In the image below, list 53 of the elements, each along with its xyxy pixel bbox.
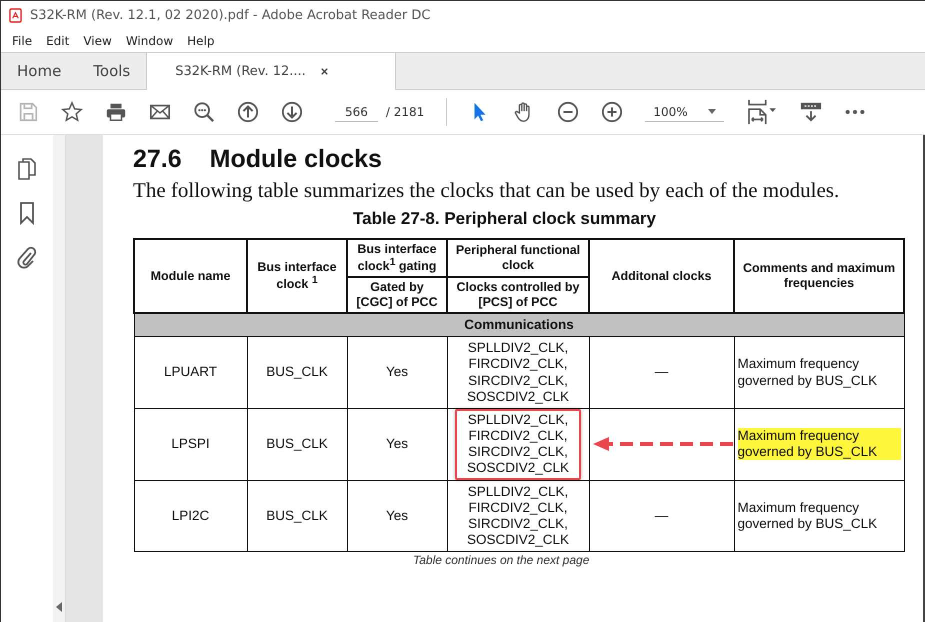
comment-text: Maximum frequency governed by BUS_CLK bbox=[738, 356, 878, 389]
paperclip-icon[interactable] bbox=[17, 245, 37, 269]
caret-icon[interactable] bbox=[708, 109, 716, 114]
section-number: 27.6 bbox=[133, 145, 182, 174]
star-icon[interactable] bbox=[61, 101, 83, 123]
comment-text: Maximum frequency governed by BUS_CLK bbox=[738, 428, 900, 460]
table-cell: SPLLDIV2_CLK, FIRCDIV2_CLK, SIRCDIV2_CLK, SOSCDIV2_CLK bbox=[447, 336, 589, 408]
collapse-arrow-icon[interactable] bbox=[56, 602, 62, 612]
zoom-dropdown[interactable]: 100% bbox=[645, 102, 724, 122]
column-header: Peripheral functional clock bbox=[447, 239, 589, 278]
table-cell: Yes bbox=[347, 408, 447, 480]
table-cell: — bbox=[589, 480, 734, 552]
menu-item[interactable]: File bbox=[5, 34, 40, 48]
column-header: Bus interface clock$^{1}$ gating bbox=[347, 239, 447, 278]
search-icon[interactable] bbox=[193, 101, 215, 123]
intro-paragraph: The following table summarizes the clocks that can be used by each of the modules. bbox=[133, 178, 840, 203]
table-cell: Yes bbox=[347, 480, 447, 552]
menu-item[interactable]: Window bbox=[118, 34, 180, 48]
page-count: / 2181 bbox=[386, 105, 424, 119]
table-cell: LPI2C bbox=[134, 480, 247, 552]
menu-item[interactable]: View bbox=[76, 34, 119, 48]
bookmark-icon[interactable] bbox=[17, 201, 37, 225]
column-header: Additonal clocks bbox=[589, 239, 734, 314]
table-cell: LPUART bbox=[134, 336, 247, 408]
section-heading: Module clocks bbox=[210, 145, 382, 174]
close-icon[interactable] bbox=[320, 67, 329, 76]
table-cell: BUS_CLK bbox=[247, 408, 347, 480]
table-cell: BUS_CLK bbox=[247, 336, 347, 408]
comment-text: Maximum frequency governed by BUS_CLK bbox=[738, 500, 878, 532]
section-row: Communications bbox=[134, 313, 904, 337]
page-number-field[interactable]: 566 bbox=[335, 102, 378, 122]
tab[interactable]: Tools bbox=[77, 53, 146, 89]
table-footnote: Table continues on the next page bbox=[412, 553, 590, 568]
fit-page-icon[interactable] bbox=[746, 99, 778, 125]
menu-item[interactable]: Edit bbox=[39, 34, 76, 48]
table-cell: SPLLDIV2_CLK, FIRCDIV2_CLK, SIRCDIV2_CLK, SOSCDIV2_CLK bbox=[447, 480, 589, 552]
tab[interactable]: S32K-RM (Rev. 12.... bbox=[146, 53, 396, 90]
table-cell: BUS_CLK bbox=[247, 480, 347, 552]
table-cell: Yes bbox=[347, 336, 447, 408]
column-header: Module name bbox=[134, 239, 247, 314]
zoom-in-icon[interactable] bbox=[601, 101, 624, 123]
pages-icon[interactable] bbox=[17, 157, 37, 181]
tab[interactable]: Home bbox=[1, 53, 78, 89]
zoom-out-icon[interactable] bbox=[557, 101, 580, 123]
window-title: S32K-RM (Rev. 12.1, 02 2020).pdf - Adobe Acrobat Reader DC bbox=[30, 8, 430, 23]
table-caption: Table 27-8. Peripheral clock summary bbox=[352, 209, 657, 229]
menu-item[interactable]: Help bbox=[180, 34, 222, 48]
read-mode-icon[interactable] bbox=[800, 101, 822, 123]
outlined-cell: SPLLDIV2_CLK, FIRCDIV2_CLK, SIRCDIV2_CLK, SOSCDIV2_CLK bbox=[447, 408, 589, 480]
print-icon[interactable] bbox=[105, 101, 127, 123]
pdf-file-icon bbox=[9, 8, 22, 23]
table-cell: — bbox=[589, 336, 734, 408]
table-cell: LPSPI bbox=[134, 408, 247, 480]
